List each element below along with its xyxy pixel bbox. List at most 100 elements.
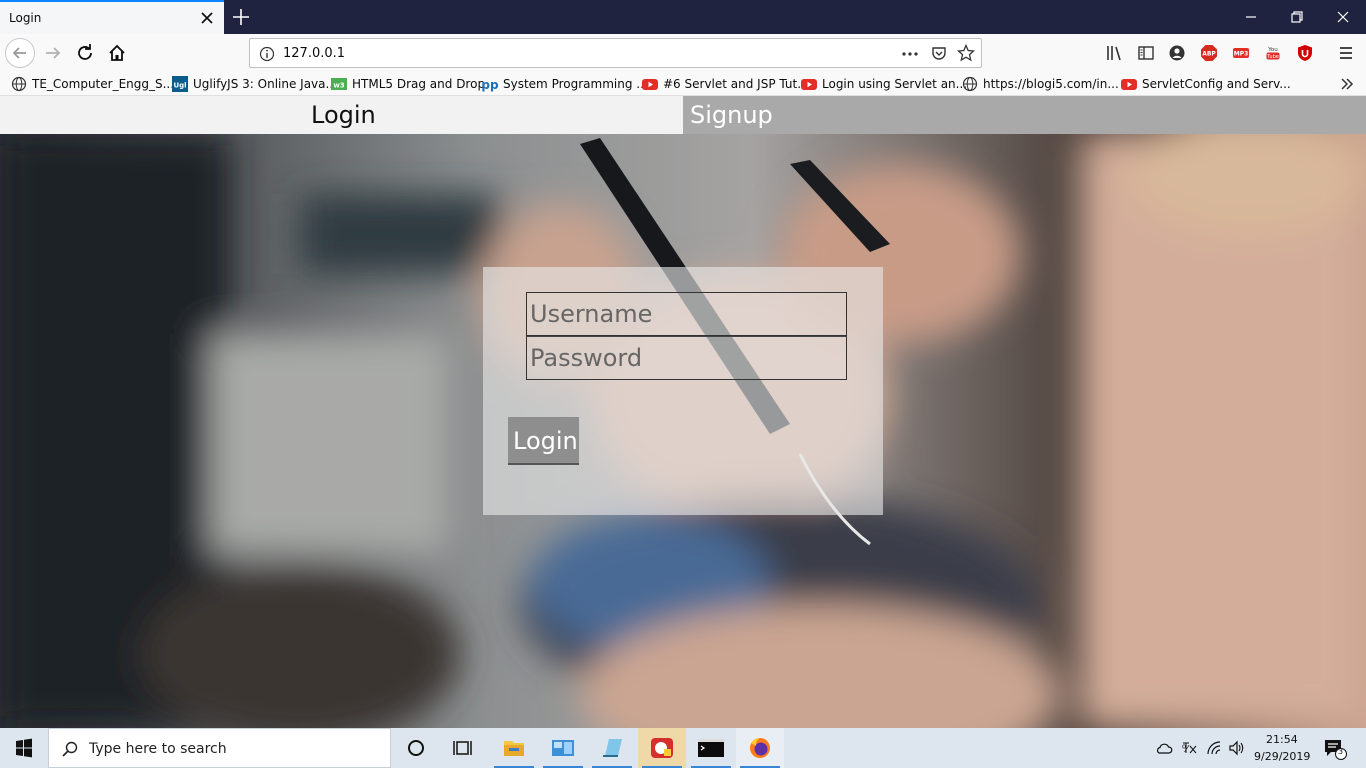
bookmark-label: HTML5 Drag and Drop <box>352 77 486 91</box>
globe-icon <box>11 76 27 92</box>
new-tab-icon[interactable] <box>230 6 252 28</box>
taskbar-app-notepad[interactable] <box>588 728 636 768</box>
adblock-plus-icon[interactable]: ABP <box>1200 44 1218 62</box>
bookmark-item[interactable]: Ugl UglifyJS 3: Online Java... <box>172 75 337 93</box>
pp-icon: pp <box>482 78 498 92</box>
password-field[interactable]: Password <box>526 336 847 380</box>
browser-tab-strip: Login <box>0 0 1366 34</box>
task-view-icon[interactable] <box>440 728 488 768</box>
firefox-icon <box>750 738 770 758</box>
bookmark-item[interactable]: https://blogi5.com/in... <box>962 75 1119 93</box>
username-field[interactable]: Username <box>526 292 847 336</box>
taskbar-app-task-manager[interactable] <box>638 728 686 768</box>
youtube-icon <box>801 79 817 90</box>
password-placeholder: Password <box>530 344 643 372</box>
bookmark-star-icon[interactable] <box>957 44 975 62</box>
bookmark-item[interactable]: ServletConfig and Serv... <box>1121 75 1291 93</box>
bookmark-item[interactable]: TE_Computer_Engg_S... <box>11 75 174 93</box>
svg-text:Ugl: Ugl <box>173 82 186 90</box>
w3-icon: w3 <box>331 78 347 90</box>
taskbar-app-control-panel[interactable] <box>539 728 587 768</box>
reload-icon[interactable] <box>70 38 100 68</box>
bookmark-label: #6 Servlet and JSP Tut... <box>663 77 809 91</box>
login-button-label: Login <box>513 427 578 455</box>
url-text[interactable]: 127.0.0.1 <box>283 46 345 61</box>
youtube-extension-icon[interactable]: You Tube <box>1264 44 1282 62</box>
bookmark-label: Login using Servlet an... <box>822 77 968 91</box>
nav-tab-signup[interactable]: Signup <box>683 96 1366 134</box>
back-arrow-icon <box>12 47 26 59</box>
globe-icon <box>962 76 978 92</box>
file-explorer-icon <box>504 741 524 756</box>
uglify-icon: Ugl <box>172 76 188 92</box>
clock-time[interactable]: 21:54 <box>1266 733 1298 746</box>
taskbar-app-firefox[interactable] <box>736 728 784 768</box>
hamburger-menu-icon[interactable] <box>1337 44 1355 62</box>
action-center-button[interactable]: 3 <box>1322 737 1348 761</box>
back-button[interactable] <box>5 38 35 68</box>
bookmark-label: UglifyJS 3: Online Java... <box>193 77 337 91</box>
youtube-icon <box>1121 79 1137 90</box>
pocket-icon[interactable] <box>930 45 948 63</box>
nav-tab-signup-label: Signup <box>690 101 773 129</box>
onedrive-icon[interactable] <box>1155 740 1173 756</box>
web-page: Login Signup Username Password Login <box>0 96 1366 728</box>
task-manager-icon <box>651 738 673 758</box>
chevron-right-icon[interactable] <box>1339 76 1355 92</box>
wifi-icon[interactable] <box>1205 740 1223 756</box>
language-icon[interactable]: ⁰⁄ <box>1180 740 1198 756</box>
bookmark-label: https://blogi5.com/in... <box>983 77 1119 91</box>
tab-title: Login <box>9 11 42 25</box>
username-placeholder: Username <box>530 300 653 328</box>
svg-text:w3: w3 <box>333 82 344 90</box>
browser-toolbar: 127.0.0.1 ABP MP3 You Tube <box>0 34 1366 72</box>
bookmark-label: TE_Computer_Engg_S... <box>32 77 175 91</box>
bookmarks-toolbar: TE_Computer_Engg_S... Ugl UglifyJS 3: On… <box>0 72 1366 96</box>
url-bar[interactable]: 127.0.0.1 <box>249 38 982 68</box>
notepad-icon <box>603 739 622 757</box>
minimize-icon[interactable] <box>1239 5 1263 29</box>
clock-date[interactable]: 9/29/2019 <box>1254 750 1310 763</box>
control-panel-icon <box>552 740 574 756</box>
start-button[interactable] <box>0 728 48 768</box>
library-icon[interactable] <box>1106 44 1124 62</box>
login-button[interactable]: Login <box>508 417 579 465</box>
taskbar-app-terminal[interactable] <box>687 728 735 768</box>
page-actions-icon[interactable] <box>901 46 919 62</box>
account-icon[interactable] <box>1168 44 1186 62</box>
search-icon <box>62 741 78 757</box>
youtube-icon <box>642 79 658 90</box>
forward-arrow-icon[interactable] <box>38 38 68 68</box>
bookmark-item[interactable]: #6 Servlet and JSP Tut... <box>642 75 809 93</box>
bookmark-label: System Programming ... <box>503 77 648 91</box>
ublock-icon[interactable] <box>1296 44 1314 62</box>
nav-tab-login[interactable]: Login <box>0 96 683 134</box>
notification-icon <box>1325 740 1347 760</box>
bookmark-item[interactable]: pp System Programming ... <box>482 75 648 93</box>
home-icon[interactable] <box>102 38 132 68</box>
taskbar-search-placeholder: Type here to search <box>89 741 227 757</box>
windows-logo-icon <box>16 738 32 758</box>
svg-text:Tube: Tube <box>1266 54 1279 60</box>
cortana-icon[interactable] <box>392 728 440 768</box>
svg-text:ABP: ABP <box>1202 51 1216 58</box>
close-window-icon[interactable] <box>1331 5 1355 29</box>
notification-count: 3 <box>1338 747 1344 756</box>
close-tab-icon[interactable] <box>199 10 215 26</box>
svg-text:You: You <box>1267 47 1277 53</box>
bookmark-item[interactable]: w3 HTML5 Drag and Drop <box>331 75 485 93</box>
taskbar-app-file-explorer[interactable] <box>490 728 538 768</box>
sidebar-icon[interactable] <box>1137 44 1155 62</box>
volume-icon[interactable] <box>1228 740 1246 756</box>
nav-tab-login-label: Login <box>311 101 376 129</box>
restore-icon[interactable] <box>1285 5 1309 29</box>
browser-tab[interactable]: Login <box>0 0 224 34</box>
svg-text:pp: pp <box>482 78 498 92</box>
login-form: Username Password Login <box>483 267 883 515</box>
info-icon[interactable] <box>259 46 275 62</box>
bookmark-item[interactable]: Login using Servlet an... <box>801 75 967 93</box>
bookmark-label: ServletConfig and Serv... <box>1142 77 1291 91</box>
taskbar-search[interactable]: Type here to search <box>48 728 391 768</box>
svg-text:MP3: MP3 <box>1234 51 1249 58</box>
mp3-download-icon[interactable]: MP3 <box>1232 44 1250 62</box>
